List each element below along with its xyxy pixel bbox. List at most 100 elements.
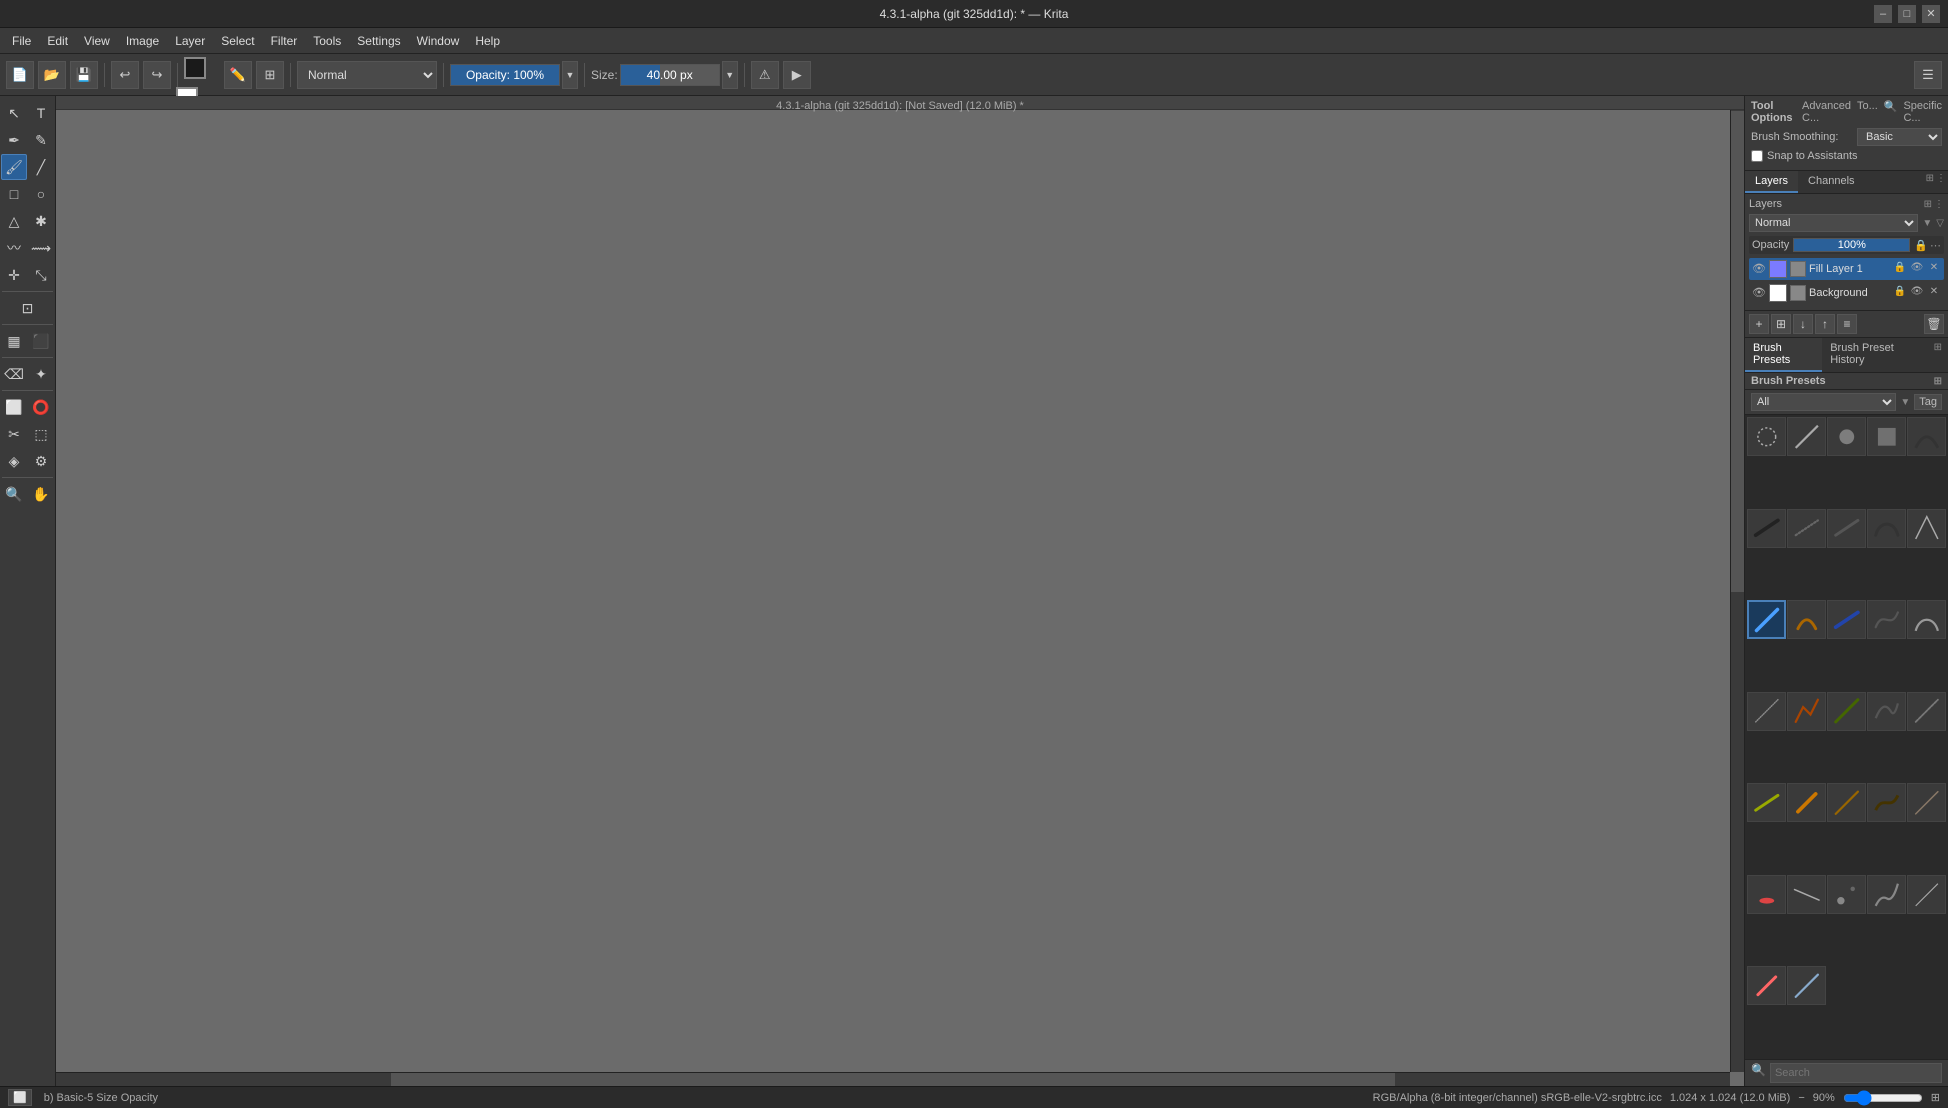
undo-button[interactable]: ↩	[111, 61, 139, 89]
layers-filter-icon[interactable]: ▽	[1936, 218, 1944, 229]
menu-image[interactable]: Image	[118, 32, 167, 50]
brush-cell-31[interactable]	[1747, 966, 1786, 1005]
layer-eye-fill[interactable]: 👁	[1752, 262, 1766, 276]
brush-cell-15[interactable]	[1907, 600, 1946, 639]
menu-help[interactable]: Help	[467, 32, 508, 50]
status-expand[interactable]: ⊞	[1931, 1091, 1940, 1104]
brush-filter-select[interactable]: All Recent Favorites	[1751, 393, 1896, 411]
layer-visible-btn-bg[interactable]: 👁	[1910, 286, 1924, 300]
freehand-select-tool[interactable]: ✂	[1, 421, 27, 447]
select-tool[interactable]: ↖	[1, 100, 27, 126]
brush-tool[interactable]: 🖌	[1, 154, 27, 180]
fill-tool[interactable]: ⬛	[28, 328, 54, 354]
rect-tool[interactable]: □	[1, 181, 27, 207]
brush-preset-button[interactable]: ✏️	[224, 61, 252, 89]
add-group-btn[interactable]: ⊞	[1771, 314, 1791, 334]
open-button[interactable]: 📂	[38, 61, 66, 89]
size-dropdown[interactable]: ▼	[722, 61, 738, 89]
close-button[interactable]: ✕	[1922, 5, 1940, 23]
brush-cell-23[interactable]	[1827, 783, 1866, 822]
smart-patch-tool[interactable]: ✦	[28, 361, 54, 387]
pencil-tool[interactable]: ✎	[28, 127, 54, 153]
brush-search-input[interactable]	[1770, 1063, 1942, 1083]
brush-cell-30[interactable]	[1907, 875, 1946, 914]
brush-cell-17[interactable]	[1787, 692, 1826, 731]
color-selector[interactable]	[184, 57, 220, 93]
layer-eye-bg[interactable]: 👁	[1752, 286, 1766, 300]
add-layer-btn[interactable]: +	[1749, 314, 1769, 334]
new-button[interactable]: 📄	[6, 61, 34, 89]
channels-tab[interactable]: Channels	[1798, 171, 1864, 193]
layer-row-fill[interactable]: 👁 Fill Layer 1 🔒 👁 ✕	[1749, 258, 1944, 280]
warning-button[interactable]: ⚠	[751, 61, 779, 89]
ellipse-tool[interactable]: ○	[28, 181, 54, 207]
snap-to-assistants-check[interactable]: Snap to Assistants	[1751, 150, 1858, 162]
brush-cell-25[interactable]	[1907, 783, 1946, 822]
layer-delete-btn-bg[interactable]: ✕	[1927, 286, 1941, 300]
calligraphy-tool[interactable]: ✒	[1, 127, 27, 153]
polygon-tool[interactable]: △	[1, 208, 27, 234]
brush-cell-20[interactable]	[1907, 692, 1946, 731]
brush-cell-29[interactable]	[1867, 875, 1906, 914]
brush-smoothing-select[interactable]: Basic None Weighted Stabilizer	[1857, 128, 1942, 146]
status-canvas-button[interactable]: ⬜	[8, 1089, 32, 1106]
brush-section-expand[interactable]: ⊞	[1934, 376, 1942, 387]
to-button[interactable]: To...	[1857, 100, 1878, 124]
brush-cell-16[interactable]	[1747, 692, 1786, 731]
settings-toggle[interactable]: ☰	[1914, 61, 1942, 89]
redo-button[interactable]: ↪	[143, 61, 171, 89]
menu-tools[interactable]: Tools	[305, 32, 349, 50]
similar-select-tool[interactable]: ◈	[1, 448, 27, 474]
run-button[interactable]: ▶	[783, 61, 811, 89]
menu-window[interactable]: Window	[409, 32, 468, 50]
pan-tool[interactable]: ✋	[28, 481, 54, 507]
brush-cell-27[interactable]	[1787, 875, 1826, 914]
minimize-button[interactable]: –	[1874, 5, 1892, 23]
brush-cell-24[interactable]	[1867, 783, 1906, 822]
layer-down-btn[interactable]: ↓	[1793, 314, 1813, 334]
brush-cell-1[interactable]	[1747, 417, 1786, 456]
menu-filter[interactable]: Filter	[263, 32, 306, 50]
brush-cell-32[interactable]	[1787, 966, 1826, 1005]
gradient-tool[interactable]: ▦	[1, 328, 27, 354]
layer-visible-btn[interactable]: 👁	[1910, 262, 1924, 276]
line-tool[interactable]: ╱	[28, 154, 54, 180]
v-scroll-thumb[interactable]	[1731, 111, 1744, 592]
brush-cell-6[interactable]	[1747, 509, 1786, 548]
brush-cell-9[interactable]	[1867, 509, 1906, 548]
multipoint-tool[interactable]: ✱	[28, 208, 54, 234]
specific-c-button[interactable]: Specific C...	[1903, 100, 1942, 124]
brush-cell-4[interactable]	[1867, 417, 1906, 456]
text-tool[interactable]: T	[28, 100, 54, 126]
dynamic-brush-tool[interactable]: ⟿	[28, 235, 54, 261]
brush-cell-10[interactable]	[1907, 509, 1946, 548]
snap-checkbox[interactable]	[1751, 150, 1763, 162]
layer-delete-btn[interactable]: ✕	[1927, 262, 1941, 276]
brush-cell-26[interactable]	[1747, 875, 1786, 914]
layers-panel-dots[interactable]: ⋮	[1936, 173, 1946, 191]
layer-opacity-lock[interactable]: 🔒	[1914, 239, 1928, 252]
brush-expand-btn[interactable]: ⊞	[1928, 338, 1948, 372]
brush-cell-14[interactable]	[1867, 600, 1906, 639]
layer-filter-btn[interactable]: ≡	[1837, 314, 1857, 334]
brush-cell-18[interactable]	[1827, 692, 1866, 731]
brush-presets-tab[interactable]: Brush Presets	[1745, 338, 1822, 372]
menu-edit[interactable]: Edit	[39, 32, 76, 50]
menu-view[interactable]: View	[76, 32, 118, 50]
horizontal-scrollbar[interactable]	[56, 1072, 1730, 1086]
layers-blend-mode[interactable]: Normal Multiply	[1749, 214, 1918, 232]
layer-opacity-bar[interactable]: 100%	[1793, 238, 1910, 252]
search-button[interactable]: 🔍	[1884, 100, 1898, 124]
wrap-button[interactable]: ⊞	[256, 61, 284, 89]
brush-cell-13[interactable]	[1827, 600, 1866, 639]
layer-lock-btn[interactable]: 🔒	[1893, 262, 1907, 276]
canvas-area[interactable]: 4.3.1-alpha (git 325dd1d): [Not Saved] (…	[56, 96, 1744, 1086]
brush-cell-22[interactable]	[1787, 783, 1826, 822]
layers-tab[interactable]: Layers	[1745, 171, 1798, 193]
layers-expand-btn[interactable]: ⊞	[1924, 199, 1932, 210]
status-zoom-out[interactable]: −	[1798, 1092, 1804, 1104]
opacity-dropdown[interactable]: ▼	[562, 61, 578, 89]
maximize-button[interactable]: □	[1898, 5, 1916, 23]
brush-cell-7[interactable]	[1787, 509, 1826, 548]
transform-tool[interactable]: ⤡	[28, 262, 54, 288]
